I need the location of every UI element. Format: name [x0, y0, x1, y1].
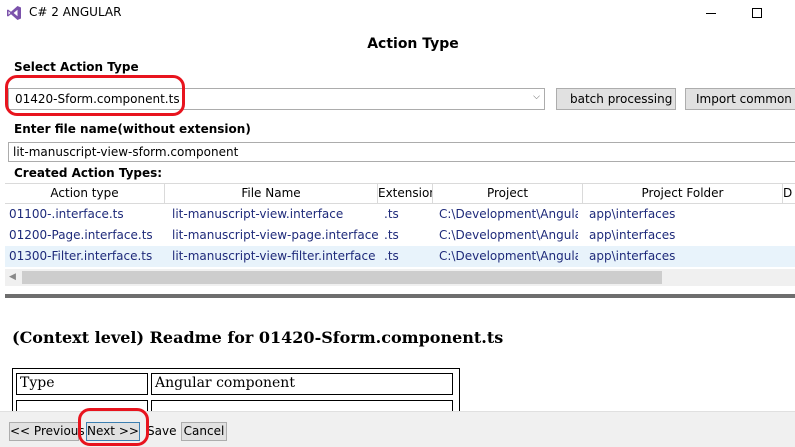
previous-button[interactable]: << Previous [9, 422, 85, 441]
bottom-toolbar: << Previous Next >> Save Cancel [0, 411, 795, 447]
chevron-down-icon: ⌵ [533, 92, 540, 102]
window-title: C# 2 ANGULAR [29, 5, 122, 19]
splitter[interactable] [5, 294, 795, 298]
column-header-action-type[interactable]: Action type [5, 184, 165, 204]
cell-project-folder: app\interfaces [589, 228, 676, 242]
select-action-type-label: Select Action Type [14, 60, 139, 74]
column-header-project-folder[interactable]: Project Folder [583, 184, 783, 204]
cell-project: C:\Development\AngularD [439, 249, 578, 263]
cell-file-name: lit-manuscript-view.interface [172, 207, 344, 221]
cell-project: C:\Development\AngularD [439, 207, 578, 221]
cell-project: C:\Development\AngularD [439, 228, 578, 242]
cell-file-name: lit-manuscript-view-filter.interface [172, 249, 376, 263]
horizontal-scrollbar[interactable]: ◀ [5, 269, 795, 286]
batch-processing-button[interactable]: batch processing [556, 88, 676, 110]
cell-file-name: lit-manuscript-view-page.interface [172, 228, 378, 242]
cell-project-folder: app\interfaces [589, 249, 676, 263]
file-name-input[interactable]: lit-manuscript-view-sform.component [8, 142, 795, 162]
cell-extension: .ts [384, 249, 399, 263]
created-action-types-label: Created Action Types: [14, 166, 163, 180]
cell-action-type: 01200-Page.interface.ts [9, 228, 153, 242]
scrollbar-thumb[interactable] [22, 271, 662, 284]
readme-key-type: Type [16, 373, 148, 395]
action-type-value: 01420-Sform.component.ts [15, 92, 180, 106]
readme-value-type: Angular component [151, 373, 453, 395]
minimize-icon [706, 12, 716, 14]
table-row[interactable]: 01200-Page.interface.ts lit-manuscript-v… [5, 225, 795, 246]
maximize-icon [752, 8, 762, 18]
action-type-select[interactable]: 01420-Sform.component.ts ⌵ [8, 88, 545, 110]
maximize-button[interactable] [734, 0, 780, 26]
table-row-selected[interactable]: 01300-Filter.interface.ts lit-manuscript… [5, 246, 795, 267]
column-header-project[interactable]: Project [433, 184, 583, 204]
cell-extension: .ts [384, 207, 399, 221]
save-button[interactable]: Save [147, 424, 176, 438]
visual-studio-icon [7, 6, 21, 20]
cell-project-folder: app\interfaces [589, 207, 676, 221]
table-row[interactable]: 01100-.interface.ts lit-manuscript-view.… [5, 204, 795, 225]
minimize-button[interactable] [688, 0, 734, 26]
page-title: Action Type [367, 36, 459, 52]
column-header-file-name[interactable]: File Name [165, 184, 378, 204]
readme-title: (Context level) Readme for 01420-Sform.c… [12, 328, 504, 347]
column-header-extension[interactable]: Extension [378, 184, 433, 204]
readme-table: Type Angular component [12, 368, 460, 414]
next-button[interactable]: Next >> [86, 422, 140, 441]
grid-header: Action type File Name Extension Project … [5, 184, 795, 204]
cell-action-type: 01100-.interface.ts [9, 207, 124, 221]
column-header-d[interactable]: D [783, 184, 795, 204]
scroll-left-icon[interactable]: ◀ [9, 272, 16, 282]
cell-extension: .ts [384, 228, 399, 242]
cancel-button[interactable]: Cancel [181, 422, 227, 441]
import-common-button[interactable]: Import common st [685, 88, 795, 110]
file-name-label: Enter file name(without extension) [14, 122, 251, 136]
title-bar: C# 2 ANGULAR [0, 0, 795, 26]
action-types-grid: Action type File Name Extension Project … [5, 183, 795, 288]
cell-action-type: 01300-Filter.interface.ts [9, 249, 153, 263]
